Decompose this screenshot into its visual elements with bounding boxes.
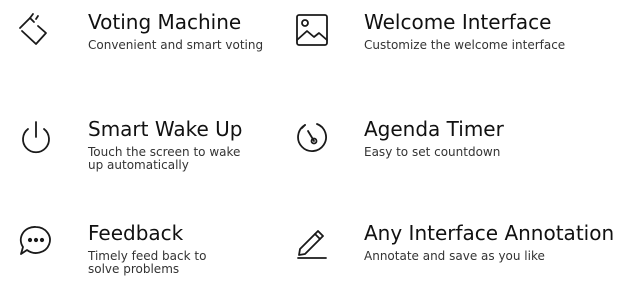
feature-smart-wake-up: Smart Wake Up Touch the screen to wake u… <box>16 117 316 177</box>
feature-welcome-interface: Welcome Interface Customize the welcome … <box>292 10 592 70</box>
image-icon <box>292 10 332 50</box>
power-icon <box>16 117 56 157</box>
feature-title: Smart Wake Up <box>88 117 243 141</box>
timer-icon <box>292 117 332 157</box>
feature-title: Agenda Timer <box>364 117 504 141</box>
feature-voting-machine: Voting Machine Convenient and smart voti… <box>16 10 316 70</box>
chat-bubble-icon <box>16 221 56 261</box>
feature-description: Timely feed back to solve problems <box>88 249 207 276</box>
feature-description: Customize the welcome interface <box>364 38 566 52</box>
feature-title: Welcome Interface <box>364 10 552 34</box>
feature-description: Touch the screen to wake up automaticall… <box>88 145 241 172</box>
feature-description: Annotate and save as you like <box>364 249 545 263</box>
feature-feedback: Feedback Timely feed back to solve probl… <box>16 221 316 281</box>
feature-agenda-timer: Agenda Timer Easy to set countdown <box>292 117 592 177</box>
feature-title: Any Interface Annotation <box>364 221 615 245</box>
feature-title: Voting Machine <box>88 10 242 34</box>
feature-annotation: Any Interface Annotation Annotate and sa… <box>292 221 614 281</box>
pencil-icon <box>292 221 332 261</box>
feature-description: Convenient and smart voting <box>88 38 264 52</box>
feature-description: Easy to set countdown <box>364 145 501 159</box>
feature-title: Feedback <box>88 221 184 245</box>
vote-hand-icon <box>16 10 56 50</box>
